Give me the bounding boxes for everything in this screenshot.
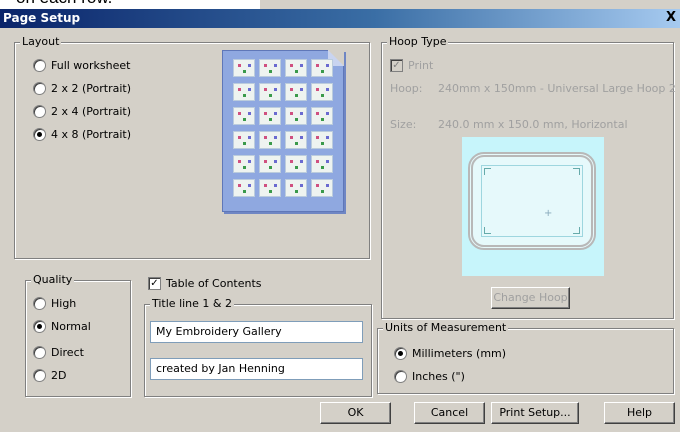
layout-option-label: 4 x 8 (Portrait) — [51, 128, 132, 141]
embroidery-thumbnail-icon — [259, 59, 281, 77]
embroidery-thumbnail-icon — [311, 179, 333, 197]
hoop-preview: + — [462, 137, 604, 276]
hoop-print-checkbox-row[interactable]: ✓ Print — [390, 59, 433, 72]
embroidery-thumbnail-icon — [233, 107, 255, 125]
layout-radio-4x8[interactable] — [33, 128, 46, 141]
table-of-contents-checkbox-row[interactable]: ✓ Table of Contents — [148, 277, 262, 290]
embroidery-thumbnail-icon — [259, 155, 281, 173]
layout-radio-2x2[interactable] — [33, 82, 46, 95]
embroidery-thumbnail-icon — [285, 155, 307, 173]
embroidery-thumbnail-icon — [285, 179, 307, 197]
quality-option-label: High — [51, 297, 77, 310]
hoop-print-checkbox[interactable]: ✓ — [390, 59, 403, 72]
change-hoop-button[interactable]: Change Hoop — [491, 287, 570, 309]
embroidery-thumbnail-icon — [285, 107, 307, 125]
quality-radio-normal[interactable] — [33, 320, 46, 333]
hoop-frame-icon: + — [468, 152, 596, 250]
corner-mark-icon — [573, 168, 580, 175]
corner-mark-icon — [573, 227, 580, 234]
title-lines-group: Title line 1 & 2 — [144, 297, 372, 397]
background-text: on each row. — [16, 0, 112, 8]
quality-option-2d[interactable]: 2D — [33, 369, 66, 382]
title-lines-group-frame — [144, 304, 372, 397]
units-option-label: Inches (") — [412, 370, 465, 383]
embroidery-thumbnail-icon — [233, 179, 255, 197]
quality-radio-high[interactable] — [33, 297, 46, 310]
quality-option-label: Direct — [51, 346, 84, 359]
hoop-print-label: Print — [408, 59, 434, 72]
quality-option-high[interactable]: High — [33, 297, 76, 310]
size-value: 240.0 mm x 150.0 mm, Horizontal — [438, 118, 628, 131]
embroidery-thumbnail-icon — [311, 131, 333, 149]
background-text-strip: on each row. — [0, 0, 260, 9]
quality-radio-direct[interactable] — [33, 346, 46, 359]
embroidery-thumbnail-icon — [311, 155, 333, 173]
hoop-value: 240mm x 150mm - Universal Large Hoop 2 — [438, 82, 676, 95]
embroidery-thumbnail-icon — [233, 155, 255, 173]
close-icon[interactable]: X — [664, 10, 678, 25]
units-legend: Units of Measurement — [383, 321, 509, 334]
window-title: Page Setup — [3, 11, 81, 25]
quality-option-direct[interactable]: Direct — [33, 346, 84, 359]
help-button[interactable]: Help — [604, 402, 675, 424]
cancel-button[interactable]: Cancel — [414, 402, 485, 424]
quality-radio-2d[interactable] — [33, 369, 46, 382]
units-group-frame — [377, 328, 674, 394]
units-radio-inches[interactable] — [394, 370, 407, 383]
hoop-label: Hoop: — [390, 82, 423, 95]
embroidery-thumbnail-icon — [285, 83, 307, 101]
layout-radio-2x4[interactable] — [33, 105, 46, 118]
layout-option-full-worksheet[interactable]: Full worksheet — [33, 59, 130, 72]
layout-group-legend: Layout — [20, 35, 62, 48]
embroidery-thumbnail-icon — [311, 83, 333, 101]
embroidery-thumbnail-icon — [259, 107, 281, 125]
hoop-sewing-field: + — [481, 165, 583, 237]
layout-option-2x2[interactable]: 2 x 2 (Portrait) — [33, 82, 131, 95]
layout-option-2x4[interactable]: 2 x 4 (Portrait) — [33, 105, 131, 118]
print-setup-button[interactable]: Print Setup... — [491, 402, 579, 424]
embroidery-thumbnail-icon — [233, 131, 255, 149]
embroidery-thumbnail-icon — [259, 83, 281, 101]
layout-option-4x8[interactable]: 4 x 8 (Portrait) — [33, 128, 131, 141]
title-line-2-input[interactable]: created by Jan Henning — [150, 358, 363, 380]
embroidery-thumbnail-icon — [285, 131, 307, 149]
table-of-contents-label: Table of Contents — [166, 277, 262, 290]
embroidery-thumbnail-icon — [233, 83, 255, 101]
hoop-type-legend: Hoop Type — [387, 35, 449, 48]
units-radio-mm[interactable] — [394, 347, 407, 360]
title-line-1-input[interactable]: My Embroidery Gallery — [150, 321, 363, 343]
embroidery-thumbnail-icon — [233, 59, 255, 77]
title-lines-legend: Title line 1 & 2 — [150, 297, 234, 310]
crosshair-icon: + — [544, 208, 553, 219]
units-option-inches[interactable]: Inches (") — [394, 370, 465, 383]
embroidery-thumbnail-icon — [285, 59, 307, 77]
units-option-mm[interactable]: Millimeters (mm) — [394, 347, 506, 360]
layout-radio-full-worksheet[interactable] — [33, 59, 46, 72]
embroidery-thumbnail-icon — [311, 107, 333, 125]
table-of-contents-checkbox[interactable]: ✓ — [148, 277, 161, 290]
size-label: Size: — [390, 118, 417, 131]
embroidery-thumbnail-icon — [259, 131, 281, 149]
quality-option-normal[interactable]: Normal — [33, 320, 91, 333]
units-option-label: Millimeters (mm) — [412, 347, 507, 360]
layout-option-label: 2 x 4 (Portrait) — [51, 105, 132, 118]
corner-mark-icon — [484, 168, 491, 175]
layout-page-preview — [222, 50, 344, 212]
corner-mark-icon — [484, 227, 491, 234]
quality-option-label: Normal — [51, 320, 91, 333]
title-bar[interactable]: Page Setup X — [0, 9, 680, 28]
quality-group-legend: Quality — [31, 273, 75, 286]
layout-option-label: Full worksheet — [51, 59, 131, 72]
embroidery-thumbnail-icon — [259, 179, 281, 197]
embroidery-thumbnail-icon — [311, 59, 333, 77]
layout-option-label: 2 x 2 (Portrait) — [51, 82, 132, 95]
ok-button[interactable]: OK — [320, 402, 391, 424]
quality-option-label: 2D — [51, 369, 67, 382]
